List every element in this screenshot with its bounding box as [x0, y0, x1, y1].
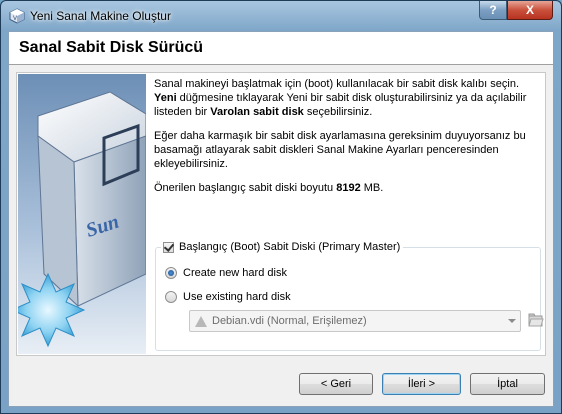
dropdown-value: Debian.vdi (Normal, Erişilemez): [212, 315, 367, 327]
cancel-button[interactable]: İptal: [470, 373, 545, 395]
warning-icon: [195, 315, 207, 327]
checkbox-checked[interactable]: [163, 241, 174, 253]
boot-disk-checkbox[interactable]: Başlangıç (Boot) Sabit Diski (Primary Ma…: [161, 241, 404, 253]
close-icon: X: [525, 3, 534, 17]
page-title: Sanal Sabit Disk Sürücü: [19, 39, 204, 56]
radio-use-existing[interactable]: Use existing hard disk: [165, 291, 291, 303]
boot-disk-group: Başlangıç (Boot) Sabit Diski (Primary Ma…: [153, 241, 545, 352]
svg-text:V: V: [13, 16, 17, 22]
open-folder-icon[interactable]: [527, 311, 545, 329]
window-title: Yeni Sanal Makine Oluştur: [30, 9, 171, 23]
radio-button-unselected[interactable]: [165, 291, 177, 303]
close-button[interactable]: X: [507, 1, 553, 20]
page-header: Sanal Sabit Disk Sürücü: [9, 32, 553, 65]
back-button[interactable]: < Geri: [299, 373, 373, 395]
create-new-label: Create new hard disk: [183, 267, 287, 279]
virtualbox-icon: V: [9, 8, 25, 24]
help-icon: ?: [489, 3, 497, 17]
recommended-size-text: Önerilen başlangıç sabit diski boyutu 81…: [154, 182, 384, 194]
use-existing-label: Use existing hard disk: [183, 291, 291, 303]
radio-create-new[interactable]: Create new hard disk: [165, 267, 287, 279]
chevron-down-icon[interactable]: [508, 319, 516, 323]
next-button[interactable]: İleri >: [382, 373, 461, 395]
radio-button-selected[interactable]: [165, 267, 177, 279]
dialog-client: Sanal Sabit Disk Sürücü Sun Sanal makine…: [8, 31, 554, 407]
description-paragraph-1: Sanal makineyi başlatmak için (boot) kul…: [154, 78, 527, 118]
existing-disk-dropdown[interactable]: Debian.vdi (Normal, Erişilemez): [189, 310, 521, 332]
title-bar[interactable]: V Yeni Sanal Makine Oluştur ? X: [1, 1, 561, 31]
description-paragraph-2: Eğer daha karmaşık bir sabit disk ayarla…: [154, 130, 526, 170]
virtualbox-illustration: Sun: [18, 74, 146, 354]
content-panel: Sun Sanal makineyi başlatmak için (boot)…: [16, 72, 546, 356]
help-button[interactable]: ?: [479, 1, 507, 20]
description-text: Sanal makineyi başlatmak için (boot) kul…: [154, 77, 542, 205]
boot-disk-label: Başlangıç (Boot) Sabit Diski (Primary Ma…: [179, 241, 401, 253]
wizard-window: V Yeni Sanal Makine Oluştur ? X Sanal Sa…: [0, 0, 562, 414]
